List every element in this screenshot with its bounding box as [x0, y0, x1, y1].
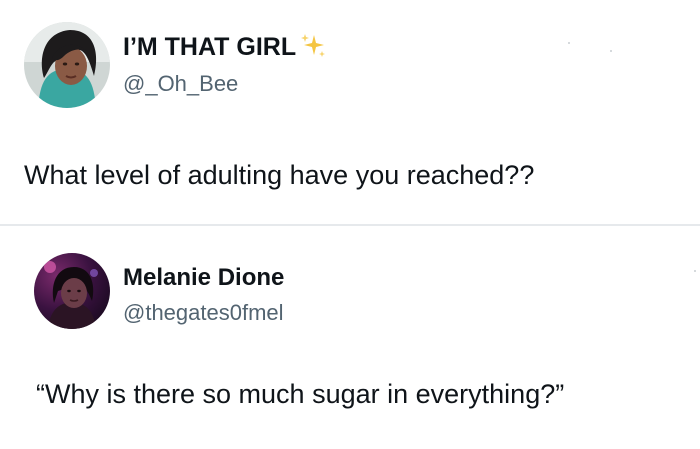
avatar-photo-icon [24, 22, 110, 108]
user-handle[interactable]: @_Oh_Bee [123, 70, 238, 98]
display-name[interactable]: I’M THAT GIRL [123, 32, 326, 66]
user-handle[interactable]: @thegates0fmel [123, 299, 284, 327]
image-artifact [568, 42, 570, 44]
display-name[interactable]: Melanie Dione [123, 263, 284, 293]
avatar[interactable] [24, 22, 110, 108]
sparkles-icon [300, 33, 326, 66]
tweet-text: What level of adulting have you reached?… [24, 160, 535, 190]
tweet-card-1[interactable]: I’M THAT GIRL @_Oh_Bee What level of adu… [0, 0, 700, 224]
display-name-text: I’M THAT GIRL [123, 33, 297, 61]
tweet-card-2[interactable]: Melanie Dione @thegates0fmel “Why is the… [0, 226, 700, 449]
tweet-text: “Why is there so much sugar in everythin… [36, 379, 565, 409]
screenshot-page: I’M THAT GIRL @_Oh_Bee What level of adu… [0, 0, 700, 449]
image-artifact [694, 270, 696, 272]
image-artifact [610, 50, 612, 52]
avatar-photo-icon [34, 253, 110, 329]
avatar[interactable] [34, 253, 110, 329]
